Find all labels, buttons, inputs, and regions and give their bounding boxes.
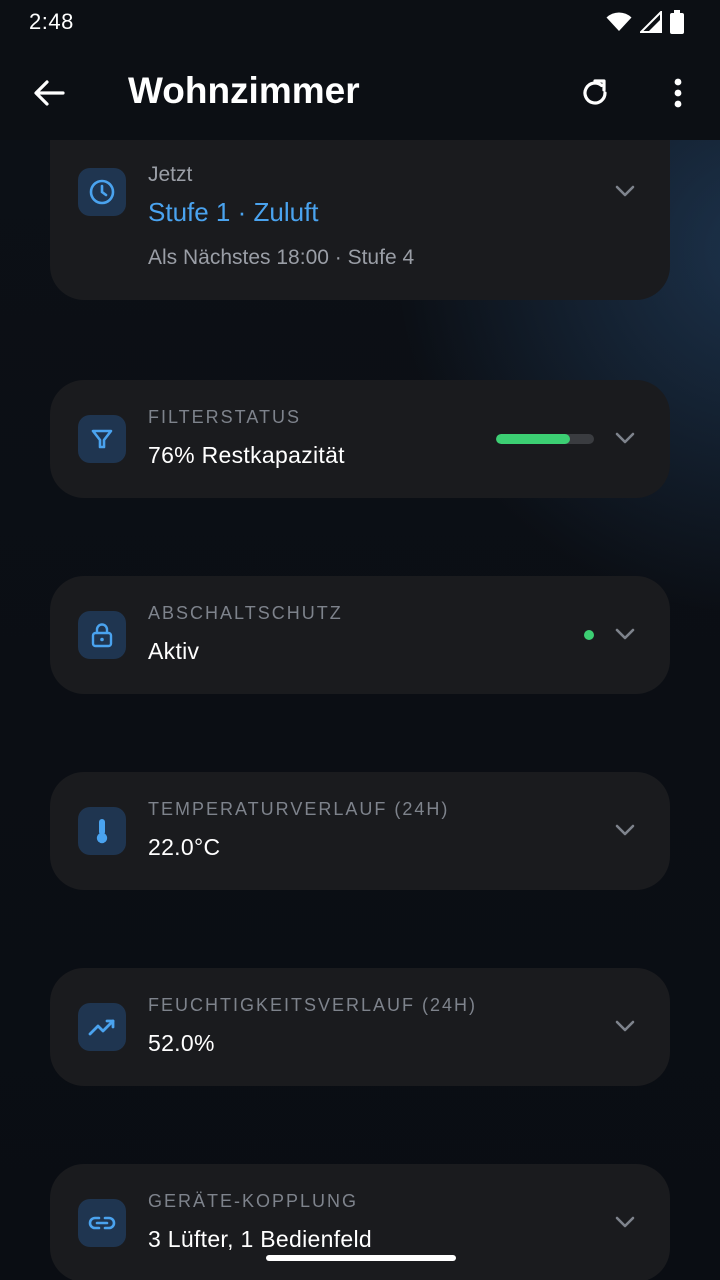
card-value: 3 Lüfter, 1 Bedienfeld [148, 1226, 372, 1252]
filter-progress-fill [496, 434, 571, 444]
card-label: ABSCHALTSCHUTZ [148, 603, 343, 623]
home-indicator[interactable] [266, 1255, 456, 1261]
device-pairing-card[interactable]: GERÄTE-KOPPLUNG 3 Lüfter, 1 Bedienfeld [50, 1164, 670, 1280]
chevron-down-icon [615, 1216, 635, 1228]
expand-chevron[interactable] [612, 178, 638, 204]
chevron-down-icon [615, 824, 635, 836]
filter-icon-tile [78, 415, 126, 463]
status-bar: 2:48 [0, 0, 720, 44]
clock-icon [89, 179, 115, 205]
filter-status-card[interactable]: FILTERSTATUS 76% Restkapazität [50, 380, 670, 498]
thermometer-icon-tile [78, 807, 126, 855]
status-time: 2:48 [29, 9, 74, 34]
page-title: Wohnzimmer [128, 70, 360, 111]
next-schedule: Als Nächstes 18:00 · Stufe 4 [148, 246, 415, 269]
signal-icon [640, 11, 662, 33]
battery-icon [670, 10, 684, 34]
chevron-down-icon [615, 185, 635, 197]
expand-chevron[interactable] [612, 1013, 638, 1039]
expand-chevron[interactable] [612, 1209, 638, 1235]
temperature-history-card[interactable]: TEMPERATURVERLAUF (24H) 22.0°C [50, 772, 670, 890]
screen: 2:48 Wohnzimmer Jetzt Stufe 1 · Zuluft A… [0, 0, 720, 1280]
chevron-down-icon [615, 432, 635, 444]
filter-icon [91, 429, 113, 449]
active-status-dot [584, 630, 594, 640]
card-value: 22.0°C [148, 834, 221, 860]
expand-chevron[interactable] [612, 425, 638, 451]
current-mode: Stufe 1 · Zuluft [148, 197, 319, 227]
now-label: Jetzt [148, 163, 193, 186]
shutdown-protection-card[interactable]: ABSCHALTSCHUTZ Aktiv [50, 576, 670, 694]
expand-chevron[interactable] [612, 817, 638, 843]
card-label: GERÄTE-KOPPLUNG [148, 1191, 359, 1211]
more-options-button[interactable] [660, 72, 696, 114]
thermometer-icon [96, 819, 108, 844]
humidity-history-card[interactable]: FEUCHTIGKEITSVERLAUF (24H) 52.0% [50, 968, 670, 1086]
card-value: Aktiv [148, 638, 200, 664]
link-icon [88, 1216, 116, 1230]
card-label: FILTERSTATUS [148, 407, 302, 427]
card-value: 76% Restkapazität [148, 442, 345, 468]
more-vertical-icon [674, 78, 682, 108]
card-value: 52.0% [148, 1030, 215, 1056]
schedule-card[interactable]: Jetzt Stufe 1 · Zuluft Als Nächstes 18:0… [50, 140, 670, 300]
trend-icon-tile [78, 1003, 126, 1051]
expand-chevron[interactable] [612, 621, 638, 647]
chevron-down-icon [615, 1020, 635, 1032]
card-label: FEUCHTIGKEITSVERLAUF (24H) [148, 995, 478, 1015]
refresh-button[interactable] [574, 72, 616, 114]
lock-icon [91, 623, 113, 648]
back-button[interactable] [28, 72, 70, 114]
arrow-back-icon [34, 80, 65, 106]
lock-icon-tile [78, 611, 126, 659]
chevron-down-icon [615, 628, 635, 640]
filter-progress-bar [496, 434, 594, 444]
card-label: TEMPERATURVERLAUF (24H) [148, 799, 450, 819]
status-icons [606, 10, 684, 34]
link-icon-tile [78, 1199, 126, 1247]
refresh-icon [583, 79, 607, 105]
trend-icon [88, 1019, 115, 1036]
wifi-icon [606, 12, 632, 31]
clock-icon-tile [78, 168, 126, 216]
app-bar: Wohnzimmer [0, 44, 720, 140]
